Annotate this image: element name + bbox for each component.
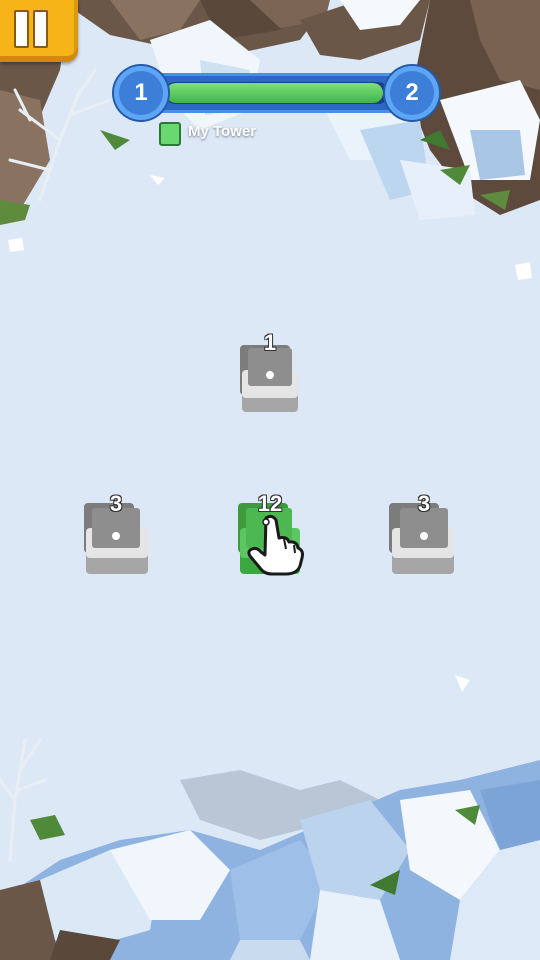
score-progress-bar: 1 2 bbox=[114, 66, 439, 120]
progress-fill bbox=[166, 83, 383, 103]
tower-right[interactable]: 3 bbox=[394, 491, 454, 573]
tower-left[interactable]: 3 bbox=[86, 491, 146, 573]
snowy-terrain-background bbox=[0, 0, 540, 960]
tower-count: 3 bbox=[417, 491, 431, 516]
tower-center[interactable]: 12 bbox=[240, 491, 300, 573]
legend-color-swatch bbox=[159, 122, 181, 146]
left-team-count-badge: 1 bbox=[114, 66, 168, 120]
tower-count: 1 bbox=[263, 330, 277, 355]
tower-count: 3 bbox=[109, 491, 123, 516]
right-team-count-badge: 2 bbox=[385, 66, 439, 120]
pause-button[interactable] bbox=[0, 0, 78, 62]
tower-top[interactable]: 1 bbox=[240, 330, 300, 412]
legend-label: My Tower bbox=[188, 123, 257, 140]
tower-count: 12 bbox=[257, 491, 283, 516]
